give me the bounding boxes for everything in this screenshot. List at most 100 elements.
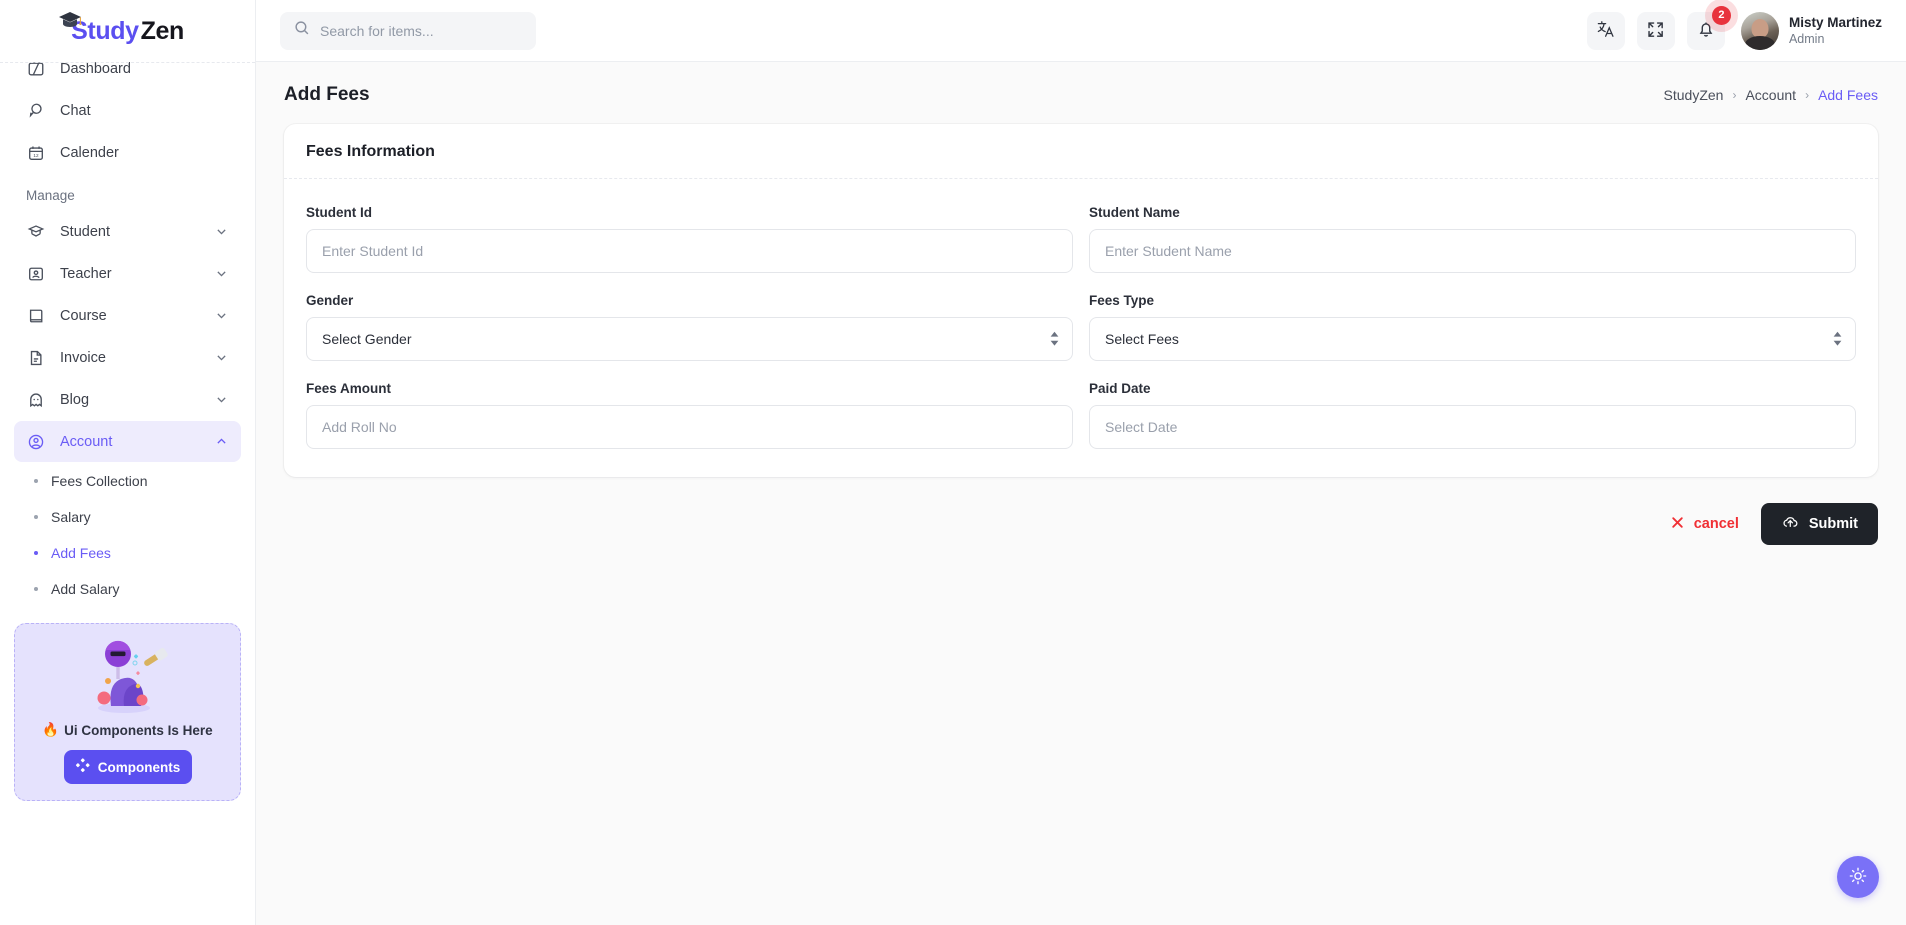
notification-badge: 2 bbox=[1711, 5, 1731, 25]
fullscreen-button[interactable] bbox=[1636, 11, 1675, 50]
topbar: 2 Misty Martinez Admin bbox=[256, 0, 1906, 62]
translate-icon bbox=[1596, 19, 1616, 42]
user-menu[interactable]: Misty Martinez Admin bbox=[1740, 11, 1882, 50]
search-input[interactable] bbox=[320, 22, 522, 39]
ghost-icon bbox=[26, 390, 46, 410]
breadcrumb-item-studyzen[interactable]: StudyZen bbox=[1664, 87, 1724, 103]
topbar-actions: 2 Misty Martinez Admin bbox=[1586, 5, 1882, 50]
search-icon bbox=[294, 20, 310, 41]
fees-type-select[interactable]: Select Fees bbox=[1089, 317, 1856, 361]
sidebar-item-label: Blog bbox=[60, 391, 90, 408]
sidebar-item-label: Chat bbox=[60, 102, 91, 119]
svg-text:12: 12 bbox=[33, 153, 39, 158]
components-button-label: Components bbox=[97, 759, 181, 775]
field-label: Gender bbox=[306, 293, 354, 308]
sidebar-subitem-label: Salary bbox=[51, 509, 91, 525]
theme-toggle-button[interactable] bbox=[1837, 856, 1879, 898]
sidebar-subitem-label: Add Fees bbox=[51, 545, 111, 561]
sidebar-item-label: Calender bbox=[60, 144, 119, 161]
breadcrumb-separator: › bbox=[1732, 88, 1737, 102]
field-label: Fees Amount bbox=[306, 381, 392, 396]
user-name: Misty Martinez bbox=[1788, 14, 1882, 30]
field-label: Fees Type bbox=[1089, 293, 1155, 308]
cancel-button[interactable]: cancel bbox=[1670, 515, 1739, 534]
sidebar-item-teacher[interactable]: Teacher bbox=[14, 253, 241, 294]
form-grid: Student Id Student Name Gender Select Ge… bbox=[306, 205, 1856, 449]
sidebar-item-label: Invoice bbox=[60, 349, 106, 366]
promo-card: 🔥 Ui Components Is Here Components bbox=[14, 623, 241, 801]
field-student-name: Student Name bbox=[1089, 205, 1856, 273]
student-name-input[interactable] bbox=[1089, 229, 1856, 273]
field-label: Student Name bbox=[1089, 205, 1180, 220]
sidebar-item-course[interactable]: Course bbox=[14, 295, 241, 336]
notifications-button[interactable]: 2 bbox=[1686, 5, 1731, 50]
fees-information-card: Fees Information Student Id Student Name… bbox=[284, 124, 1878, 477]
sidebar: Study Zen Dashboard Chat 12 Calender Man… bbox=[0, 0, 256, 925]
fullscreen-expand-icon bbox=[1646, 20, 1665, 42]
cloud-upload-icon bbox=[1781, 513, 1799, 535]
brand-logo[interactable]: Study Zen bbox=[0, 0, 255, 62]
sidebar-item-blog[interactable]: Blog bbox=[14, 379, 241, 420]
graduation-cap-icon bbox=[57, 10, 83, 35]
search-container[interactable] bbox=[280, 11, 536, 50]
student-id-input[interactable] bbox=[306, 229, 1073, 273]
invoice-file-icon bbox=[26, 348, 46, 368]
fees-amount-input[interactable] bbox=[306, 405, 1073, 449]
page-header: Add Fees StudyZen › Account › Add Fees bbox=[256, 62, 1906, 124]
field-fees-amount: Fees Amount bbox=[306, 381, 1073, 449]
sidebar-item-invoice[interactable]: Invoice bbox=[14, 337, 241, 378]
fire-icon: 🔥 bbox=[42, 722, 60, 737]
sidebar-subitem-fees-collection[interactable]: Fees Collection bbox=[14, 463, 241, 499]
chevron-down-icon bbox=[213, 266, 229, 282]
user-role: Admin bbox=[1788, 32, 1825, 47]
sidebar-subitem-label: Fees Collection bbox=[51, 473, 148, 489]
account-circle-icon bbox=[26, 432, 46, 452]
breadcrumb-item-add-fees: Add Fees bbox=[1818, 87, 1878, 103]
chevron-down-icon bbox=[213, 224, 229, 240]
sidebar-divider bbox=[0, 62, 255, 63]
calendar-icon: 12 bbox=[26, 143, 46, 163]
sidebar-item-student[interactable]: Student bbox=[14, 211, 241, 252]
bullet-icon bbox=[34, 551, 38, 555]
main-area: 2 Misty Martinez Admin Add Fees StudyZen… bbox=[256, 0, 1906, 925]
sidebar-item-chat[interactable]: Chat bbox=[14, 90, 241, 131]
sidebar-item-account[interactable]: Account bbox=[14, 421, 241, 462]
sidebar-scroll-area[interactable]: Dashboard Chat 12 Calender Manage Studen… bbox=[0, 0, 255, 925]
breadcrumb-separator: › bbox=[1805, 88, 1810, 102]
card-title: Fees Information bbox=[306, 143, 435, 160]
gender-select[interactable]: Select Gender bbox=[306, 317, 1073, 361]
sidebar-item-label: Account bbox=[60, 433, 113, 450]
cancel-button-label: cancel bbox=[1693, 516, 1739, 532]
sidebar-subitem-add-fees[interactable]: Add Fees bbox=[14, 535, 241, 571]
form-actions: cancel Submit bbox=[256, 477, 1906, 545]
bullet-icon bbox=[34, 515, 38, 519]
submit-button[interactable]: Submit bbox=[1760, 503, 1878, 545]
sidebar-section-manage: Manage bbox=[26, 188, 75, 203]
bullet-icon bbox=[34, 479, 38, 483]
chevron-down-icon bbox=[213, 350, 229, 366]
sidebar-item-calender[interactable]: 12 Calender bbox=[14, 132, 241, 173]
close-x-icon bbox=[1670, 515, 1685, 534]
sidebar-item-label: Teacher bbox=[60, 265, 112, 282]
brand-name-secondary: Zen bbox=[140, 16, 185, 45]
sidebar-item-label: Course bbox=[60, 307, 107, 324]
sidebar-item-label: Student bbox=[60, 223, 110, 240]
field-gender: Gender Select Gender bbox=[306, 293, 1073, 361]
bell-icon bbox=[1696, 19, 1716, 42]
sidebar-subitem-add-salary[interactable]: Add Salary bbox=[14, 571, 241, 607]
sidebar-subitem-salary[interactable]: Salary bbox=[14, 499, 241, 535]
breadcrumb-item-account[interactable]: Account bbox=[1745, 87, 1796, 103]
field-label: Student Id bbox=[306, 205, 372, 220]
field-fees-type: Fees Type Select Fees bbox=[1089, 293, 1856, 361]
translate-button[interactable] bbox=[1586, 11, 1625, 50]
paid-date-input[interactable] bbox=[1089, 405, 1856, 449]
student-cap-icon bbox=[26, 222, 46, 242]
page-title: Add Fees bbox=[284, 84, 370, 105]
book-icon bbox=[26, 306, 46, 326]
promo-headline-text: Ui Components Is Here bbox=[64, 722, 213, 738]
components-button[interactable]: Components bbox=[63, 750, 192, 784]
brightness-sun-icon bbox=[1848, 866, 1868, 889]
avatar bbox=[1740, 11, 1779, 50]
field-paid-date: Paid Date bbox=[1089, 381, 1856, 449]
chat-icon bbox=[26, 101, 46, 121]
